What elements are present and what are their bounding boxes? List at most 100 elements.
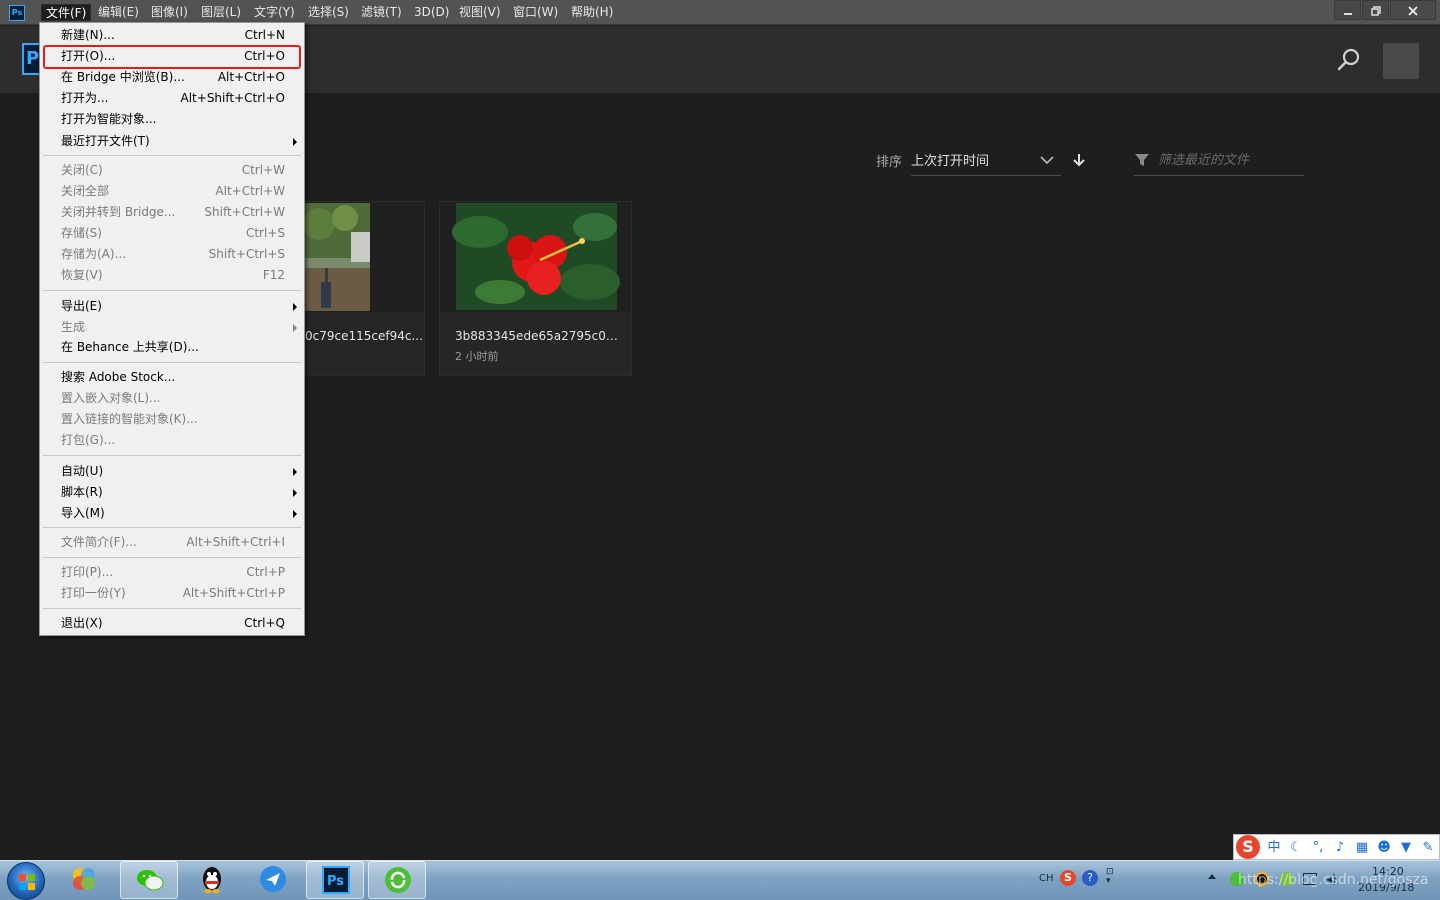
submenu-arrow-icon [293, 489, 297, 497]
colorful-app-icon [73, 868, 95, 890]
menu-item-place-embedded[interactable]: 置入嵌入对象(L)... [43, 388, 301, 409]
menu-item-open-recent[interactable]: 最近打开文件(T) [43, 131, 301, 152]
file-thumbnail [440, 202, 631, 312]
menu-item-close[interactable]: 关闭(C) Ctrl+W [43, 160, 301, 181]
filter-funnel-icon [1135, 154, 1149, 166]
sort-label: 排序 [876, 155, 903, 170]
chinese-mode-icon[interactable]: 中 [1266, 840, 1282, 856]
menu-item-file-info[interactable]: 文件简介(F)... Alt+Shift+Ctrl+I [43, 532, 301, 553]
shirt-icon[interactable]: ▼ [1398, 840, 1414, 856]
menu-image[interactable]: 图像(I) [147, 4, 192, 21]
taskbar-qq[interactable] [183, 861, 241, 899]
show-hidden-icons-icon[interactable] [1208, 874, 1216, 879]
menu-item-share-on-behance[interactable]: 在 Behance 上共享(D)... [43, 337, 301, 358]
restore-button[interactable] [1362, 0, 1389, 20]
taskbar-wechat[interactable] [120, 861, 178, 899]
open-item-highlight-box [43, 45, 301, 69]
menu-window[interactable]: 窗口(W) [509, 4, 562, 21]
ime-toolbar: S 中 ☾ °, ♪ ▦ ☻ ▼ ✎ [1233, 834, 1440, 860]
recent-file-card[interactable]: 3b883345ede65a2795c0a... 2 小时前 [439, 201, 632, 376]
menu-help[interactable]: 帮助(H) [567, 4, 617, 21]
minimize-button[interactable] [1334, 0, 1361, 20]
menu-item-close-and-go-to-bridge[interactable]: 关闭并转到 Bridge... Shift+Ctrl+W [43, 202, 301, 223]
file-name: 3b883345ede65a2795c0a... [455, 329, 620, 343]
chevron-down-icon[interactable] [1040, 154, 1054, 166]
sort-dropdown[interactable]: 上次打开时间 [911, 150, 1061, 176]
menu-item-place-linked[interactable]: 置入链接的智能对象(K)... [43, 409, 301, 430]
submenu-arrow-icon [293, 303, 297, 311]
menu-item-open-as[interactable]: 打开为... Alt+Shift+Ctrl+O [43, 88, 301, 109]
punctuation-icon[interactable]: °, [1310, 840, 1326, 856]
menu-separator [43, 290, 301, 291]
sogou-s-icon[interactable]: S [1236, 835, 1260, 859]
taskbar-photoshop[interactable]: Ps [306, 861, 364, 899]
microphone-icon[interactable]: ♪ [1332, 840, 1348, 856]
taskbar-green-app[interactable] [368, 861, 426, 899]
wrench-icon[interactable]: ✎ [1420, 840, 1436, 856]
menu-separator [43, 527, 301, 528]
menu-edit[interactable]: 编辑(E) [94, 4, 143, 21]
menu-select[interactable]: 选择(S) [304, 4, 353, 21]
menu-item-save[interactable]: 存储(S) Ctrl+S [43, 223, 301, 244]
menu-item-revert[interactable]: 恢复(V) F12 [43, 265, 301, 286]
menu-3d[interactable]: 3D(D) [410, 4, 453, 21]
moon-icon[interactable]: ☾ [1288, 840, 1304, 856]
menu-item-export[interactable]: 导出(E) [43, 296, 301, 317]
menu-file[interactable]: 文件(F) [41, 4, 92, 21]
help-tray-icon[interactable]: ? [1082, 870, 1098, 886]
file-menu-dropdown: 新建(N)... Ctrl+N 打开(O)... Ctrl+O 在 Bridge 中… [39, 22, 305, 636]
menu-item-print[interactable]: 打印(P)... Ctrl+P [43, 562, 301, 583]
menu-type[interactable]: 文字(Y) [250, 4, 299, 21]
menu-item-scripts[interactable]: 脚本(R) [43, 482, 301, 503]
ps-app-icon[interactable]: Ps [9, 5, 25, 21]
menu-item-generate[interactable]: 生成 [43, 317, 301, 338]
submenu-arrow-icon [293, 510, 297, 518]
menu-item-save-as[interactable]: 存储为(A)... Shift+Ctrl+S [43, 244, 301, 265]
watermark-text: https://blog.csdn.net/gosza [1238, 872, 1429, 888]
menu-layer[interactable]: 图层(L) [197, 4, 245, 21]
menu-item-exit[interactable]: 退出(X) Ctrl+Q [43, 613, 301, 634]
qq-penguin-icon [203, 867, 221, 893]
close-icon [1408, 6, 1418, 16]
menu-item-search-adobe-stock[interactable]: 搜索 Adobe Stock... [43, 367, 301, 388]
keyboard-icon[interactable]: ▦ [1354, 840, 1370, 856]
hibiscus-photo-thumbnail [440, 202, 631, 312]
menu-item-package[interactable]: 打包(G)... [43, 430, 301, 451]
photoshop-window: Ps 文件(F) 编辑(E) 图像(I) 图层(L) 文字(Y) 选择(S) 滤… [0, 0, 1440, 900]
menu-separator [43, 155, 301, 156]
avatar[interactable] [1383, 43, 1419, 79]
menu-item-print-one-copy[interactable]: 打印一份(Y) Alt+Shift+Ctrl+P [43, 583, 301, 604]
minimize-icon [1343, 13, 1352, 15]
ime-options-icon[interactable]: ⊡ ▾ [1106, 868, 1118, 888]
submenu-arrow-icon [293, 324, 297, 332]
menu-separator [43, 455, 301, 456]
menu-item-close-all[interactable]: 关闭全部 Alt+Ctrl+W [43, 181, 301, 202]
submenu-arrow-icon [293, 138, 297, 146]
submenu-arrow-icon [293, 468, 297, 476]
menu-filter[interactable]: 滤镜(T) [357, 4, 406, 21]
svg-text:Ps: Ps [327, 874, 344, 889]
menu-item-new[interactable]: 新建(N)... Ctrl+N [43, 25, 301, 46]
menu-item-import[interactable]: 导入(M) [43, 503, 301, 524]
menu-item-open-as-smart-object[interactable]: 打开为智能对象... [43, 109, 301, 130]
taskbar-feishu[interactable] [244, 861, 302, 899]
sogou-tray-icon[interactable]: S [1060, 870, 1076, 886]
input-language-indicator[interactable]: CH [1039, 873, 1054, 884]
sort-direction-arrow-icon[interactable] [1073, 153, 1085, 167]
filter-input[interactable] [1158, 150, 1298, 170]
user-icon[interactable]: ☻ [1376, 840, 1392, 856]
search-button[interactable] [1335, 46, 1363, 74]
taskbar-colorful-app[interactable] [55, 861, 113, 899]
restore-icon [1370, 6, 1381, 16]
wechat-icon [137, 870, 164, 891]
green-refresh-app-icon [385, 867, 411, 893]
menu-item-automate[interactable]: 自动(U) [43, 461, 301, 482]
menu-item-browse-in-bridge[interactable]: 在 Bridge 中浏览(B)... Alt+Ctrl+O [43, 67, 301, 88]
menu-view[interactable]: 视图(V) [455, 4, 505, 21]
search-icon [1337, 48, 1360, 71]
menu-separator [43, 362, 301, 363]
sort-value: 上次打开时间 [911, 154, 990, 169]
close-button[interactable] [1390, 0, 1436, 20]
file-modified-time: 2 小时前 [455, 350, 499, 363]
start-orb-icon[interactable] [7, 862, 45, 900]
